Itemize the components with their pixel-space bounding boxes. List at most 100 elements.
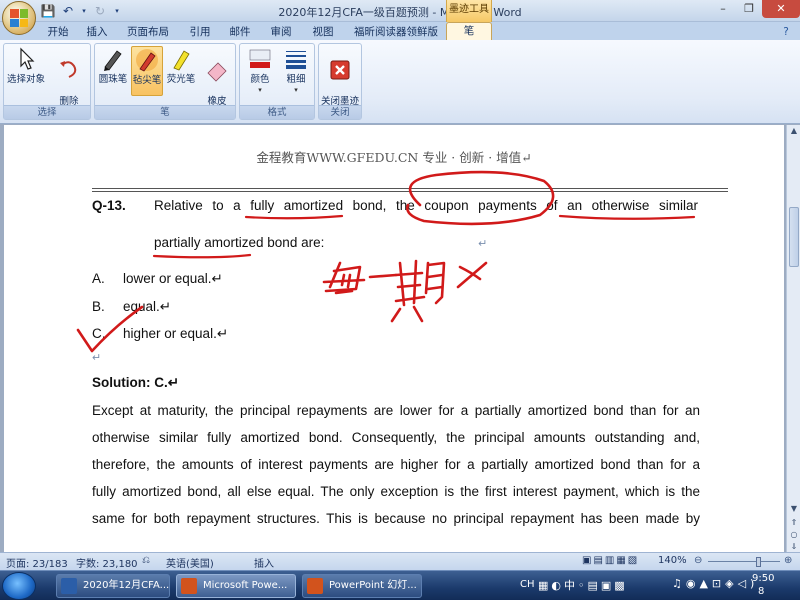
taskbar-item-word[interactable]: 2020年12月CFA...: [56, 574, 170, 598]
scroll-down-icon[interactable]: ▼: [787, 503, 800, 515]
highlighter-icon: [173, 50, 190, 71]
option-a-text: lower or equal.↵: [123, 271, 223, 286]
ime-icons[interactable]: ▦◐中◦▤▣▩: [538, 577, 628, 593]
help-icon[interactable]: ?: [778, 24, 794, 40]
scroll-thumb[interactable]: [789, 207, 799, 267]
line-weight-label: 粗细: [286, 74, 306, 85]
system-tray: CH ▦◐中◦▤▣▩ ♫◉▲⊡◈◁) 9:50 8: [512, 571, 800, 600]
ink-greater-than: [456, 261, 488, 289]
prev-page-icon[interactable]: ⇑: [787, 517, 800, 529]
question-number: Q-13.: [92, 198, 126, 213]
ink-color-icon: [249, 49, 271, 68]
taskbar-item-word-label: 2020年12月CFA...: [83, 580, 170, 591]
page-header: 金程教育WWW.GFEDU.CN 专业 · 创新 · 增值↵: [256, 150, 532, 165]
ink-underline-otherwise-similar: [558, 214, 696, 220]
tab-review[interactable]: 审阅: [266, 24, 296, 40]
eraser-icon: [207, 62, 227, 82]
clock-time[interactable]: 9:50: [752, 573, 774, 584]
line-weight-button[interactable]: 粗细 ▾: [280, 46, 312, 96]
ink-underline-partially-amortized: [152, 253, 252, 259]
tab-insert[interactable]: 插入: [82, 24, 112, 40]
taskbar-item-slideshow-label: PowerPoint 幻灯...: [329, 580, 417, 591]
minimize-button[interactable]: –: [710, 0, 736, 18]
felt-tip-pen-icon: [136, 49, 158, 72]
group-close: 关闭墨迹 书写工具 关闭: [318, 43, 362, 120]
zoom-slider-thumb[interactable]: [756, 557, 761, 567]
solution-line-2: otherwise similar fully amortized bond. …: [92, 430, 700, 445]
scroll-up-icon[interactable]: ▲: [787, 125, 800, 137]
language-indicator[interactable]: CH: [520, 579, 535, 590]
word-icon: [61, 578, 77, 594]
view-buttons[interactable]: ▣▤▥▦▧: [582, 555, 639, 566]
taskbar: 2020年12月CFA... Microsoft Powe... PowerPo…: [0, 570, 800, 600]
tray-icons[interactable]: ♫◉▲⊡◈◁): [672, 577, 758, 590]
ballpoint-pen-button[interactable]: 圆珠笔: [97, 46, 129, 85]
weight-dropdown-icon[interactable]: ▾: [280, 85, 312, 96]
tab-pens[interactable]: 笔: [446, 22, 492, 40]
taskbar-item-powerpoint[interactable]: Microsoft Powe...: [176, 574, 296, 598]
group-pens-label: 笔: [95, 105, 235, 119]
taskbar-item-powerpoint-label: Microsoft Powe...: [203, 580, 288, 591]
ink-color-label: 颜色: [250, 74, 270, 85]
group-select: 选择对象 删除 所有墨迹 选择: [3, 43, 91, 120]
status-language[interactable]: 英语(美国): [166, 555, 214, 570]
select-objects-label: 选择对象: [6, 74, 45, 85]
close-ink-icon: [330, 60, 350, 80]
window-title: 2020年12月CFA一级百题预测 - Microsoft Word: [278, 6, 522, 19]
start-button[interactable]: [2, 572, 36, 600]
ink-color-button[interactable]: 颜色 ▾: [244, 46, 276, 96]
zoom-out-icon[interactable]: ⊖: [694, 555, 702, 566]
zoom-in-icon[interactable]: ⊕: [784, 555, 792, 566]
status-insert-mode[interactable]: 插入: [254, 555, 274, 570]
color-dropdown-icon[interactable]: ▾: [244, 85, 276, 96]
group-pens: 圆珠笔 毡尖笔 荧光笔 橡皮 擦 笔: [94, 43, 236, 120]
taskbar-item-slideshow[interactable]: PowerPoint 幻灯...: [302, 574, 422, 598]
group-format-label: 格式: [240, 105, 314, 119]
zoom-slider-track[interactable]: [708, 561, 780, 562]
delete-ink-icon: [60, 61, 77, 78]
status-words[interactable]: 字数: 23,180: [76, 555, 138, 570]
ballpoint-pen-icon: [104, 50, 122, 71]
ballpoint-pen-label: 圆珠笔: [98, 74, 128, 85]
solution-line-3: therefore, the amounts of interest payme…: [92, 457, 700, 472]
ink-tools-context-label: 墨迹工具: [446, 0, 492, 22]
proofing-icon[interactable]: ⎌: [142, 555, 150, 566]
felt-tip-pen-label: 毡尖笔: [132, 75, 162, 86]
group-format: 颜色 ▾ 粗细 ▾ 格式: [239, 43, 315, 120]
vertical-scrollbar[interactable]: ▲ ▼ ⇑ ○ ⇓: [786, 125, 800, 552]
tab-mailings[interactable]: 邮件: [226, 24, 254, 40]
paragraph-mark: ↵: [478, 238, 488, 250]
browse-object-icon[interactable]: ○: [787, 529, 800, 541]
question-text-line-2: partially amortized bond are: ↵: [154, 235, 487, 250]
clock-date[interactable]: 8: [758, 586, 764, 597]
title-bar: 💾 ↶ ▾ ↻ ▾ 2020年12月CFA一级百题预测 - Microsoft …: [0, 0, 800, 22]
restore-button[interactable]: ❐: [736, 0, 762, 18]
tab-foxit[interactable]: 福昕阅读器领鲜版: [350, 24, 442, 40]
line-weight-icon: [286, 51, 306, 69]
pointer-icon: [20, 47, 35, 70]
question-text-line-1: Relative to a fully amortized bond, the …: [154, 198, 698, 213]
ribbon-tabs: 开始 插入 页面布局 引用 邮件 审阅 视图 福昕阅读器领鲜版 笔 ?: [0, 22, 800, 40]
select-objects-button[interactable]: 选择对象: [6, 46, 46, 85]
tab-view[interactable]: 视图: [308, 24, 338, 40]
ink-handwriting: [322, 259, 446, 323]
document-page[interactable]: 金程教育WWW.GFEDU.CN 专业 · 创新 · 增值↵ Q-13. Rel…: [4, 125, 784, 552]
office-button[interactable]: [2, 1, 36, 35]
felt-tip-pen-button[interactable]: 毡尖笔: [131, 46, 163, 96]
office-logo-icon: [10, 9, 28, 27]
status-zoom[interactable]: 140%: [658, 555, 687, 566]
status-page[interactable]: 页面: 23/183: [6, 555, 68, 570]
tab-home[interactable]: 开始: [40, 24, 76, 40]
highlighter-button[interactable]: 荧光笔: [165, 46, 197, 85]
solution-line-1: Except at maturity, the principal repaym…: [92, 403, 700, 418]
status-bar: 页面: 23/183 字数: 23,180 ⎌ 英语(美国) 插入 ▣▤▥▦▧ …: [0, 552, 800, 570]
option-c-text: higher or equal.↵: [123, 326, 229, 341]
ribbon: 选择对象 删除 所有墨迹 选择 圆珠笔 毡尖笔: [0, 40, 800, 124]
solution-line-4: fully amortized bond, all else equal. Th…: [92, 484, 700, 499]
tab-page-layout[interactable]: 页面布局: [124, 24, 172, 40]
close-button[interactable]: ✕: [762, 0, 800, 18]
option-c-letter: C.: [92, 326, 106, 341]
ink-underline-fully-amortized: [244, 214, 344, 220]
empty-paragraph: ↵: [92, 352, 102, 364]
tab-references[interactable]: 引用: [186, 24, 214, 40]
